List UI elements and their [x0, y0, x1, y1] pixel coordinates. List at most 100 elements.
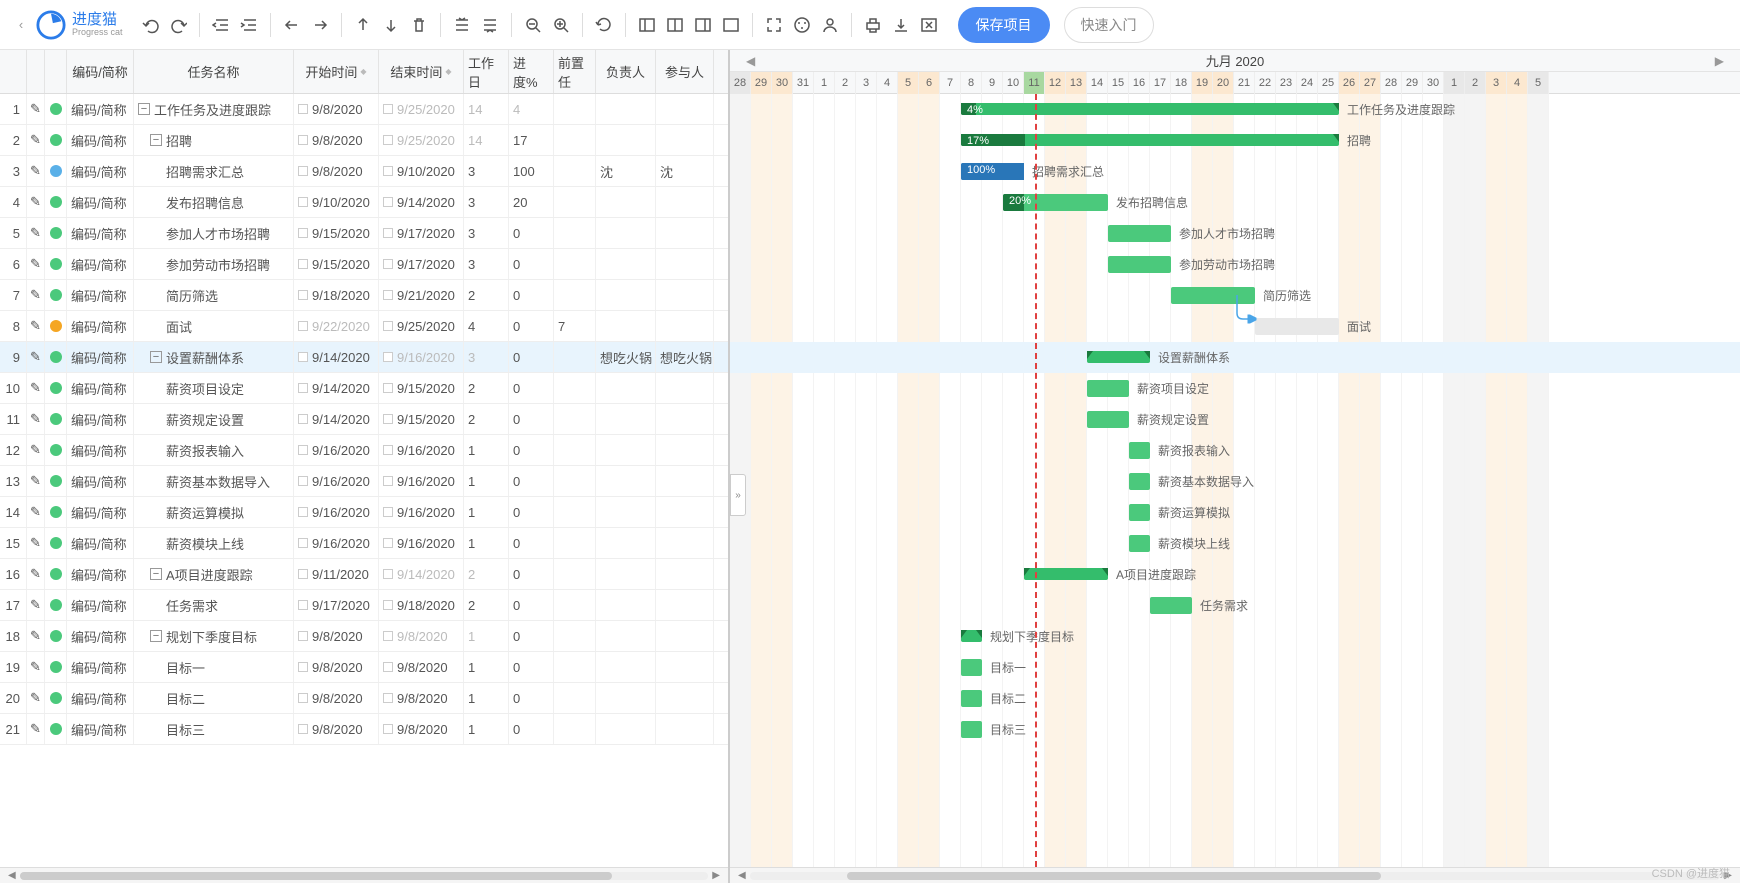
gantt-day[interactable]: 28	[730, 72, 751, 94]
cell-progress[interactable]: 0	[509, 404, 554, 434]
cell-end[interactable]: 9/14/2020	[379, 559, 464, 589]
date-checkbox[interactable]	[383, 135, 393, 145]
table-row[interactable]: 1✎编码/简称−工作任务及进度跟踪9/8/20209/25/2020144	[0, 94, 728, 125]
edit-icon[interactable]: ✎	[27, 590, 45, 620]
col-pred[interactable]: 前置任	[554, 50, 596, 93]
date-checkbox[interactable]	[298, 166, 308, 176]
gantt-row[interactable]: A项目进度跟踪	[730, 559, 1740, 590]
cell-start[interactable]: 9/14/2020	[294, 373, 379, 403]
date-checkbox[interactable]	[383, 166, 393, 176]
move-left-icon[interactable]	[279, 12, 305, 38]
gantt-day[interactable]: 17	[1150, 72, 1171, 94]
cell-owner[interactable]	[596, 559, 656, 589]
cell-days[interactable]: 1	[464, 683, 509, 713]
cell-pred[interactable]	[554, 125, 596, 155]
cell-code[interactable]: 编码/简称	[67, 187, 134, 217]
date-checkbox[interactable]	[298, 569, 308, 579]
cell-name[interactable]: 面试	[134, 311, 294, 341]
cell-start[interactable]: 9/16/2020	[294, 497, 379, 527]
table-row[interactable]: 4✎编码/简称发布招聘信息9/10/20209/14/2020320	[0, 187, 728, 218]
date-checkbox[interactable]	[298, 414, 308, 424]
cell-pred[interactable]	[554, 187, 596, 217]
cell-progress[interactable]: 0	[509, 683, 554, 713]
table-row[interactable]: 8✎编码/简称面试9/22/20209/25/2020407	[0, 311, 728, 342]
cell-progress[interactable]: 0	[509, 652, 554, 682]
view-2-icon[interactable]	[662, 12, 688, 38]
table-row[interactable]: 14✎编码/简称薪资运算模拟9/16/20209/16/202010	[0, 497, 728, 528]
date-checkbox[interactable]	[383, 631, 393, 641]
table-row[interactable]: 18✎编码/简称−规划下季度目标9/8/20209/8/202010	[0, 621, 728, 652]
date-checkbox[interactable]	[383, 600, 393, 610]
logo[interactable]: 进度猫 Progress cat	[36, 10, 123, 40]
gantt-bar[interactable]	[1129, 535, 1150, 552]
cell-start[interactable]: 9/8/2020	[294, 683, 379, 713]
cell-start[interactable]: 9/8/2020	[294, 94, 379, 124]
cell-owner[interactable]	[596, 187, 656, 217]
cell-name[interactable]: 薪资规定设置	[134, 404, 294, 434]
cell-pred[interactable]	[554, 342, 596, 372]
cell-name[interactable]: 发布招聘信息	[134, 187, 294, 217]
cell-code[interactable]: 编码/简称	[67, 94, 134, 124]
gantt-bar[interactable]	[1108, 225, 1171, 242]
cell-pred[interactable]	[554, 590, 596, 620]
cell-pred[interactable]	[554, 218, 596, 248]
gantt-bar[interactable]: 4%	[961, 103, 1339, 115]
cell-progress[interactable]: 0	[509, 373, 554, 403]
gantt-day[interactable]: 18	[1171, 72, 1192, 94]
toggle-icon[interactable]: −	[150, 568, 162, 580]
cell-progress[interactable]: 0	[509, 249, 554, 279]
cell-pred[interactable]	[554, 714, 596, 744]
cell-start[interactable]: 9/16/2020	[294, 466, 379, 496]
cell-end[interactable]: 9/25/2020	[379, 94, 464, 124]
redo-icon[interactable]	[165, 12, 191, 38]
gantt-row[interactable]: 设置薪酬体系	[730, 342, 1740, 373]
date-checkbox[interactable]	[383, 414, 393, 424]
gantt-row[interactable]: 任务需求	[730, 590, 1740, 621]
cell-code[interactable]: 编码/简称	[67, 590, 134, 620]
cell-pred[interactable]	[554, 466, 596, 496]
cell-name[interactable]: 目标二	[134, 683, 294, 713]
cell-name[interactable]: 参加劳动市场招聘	[134, 249, 294, 279]
col-start[interactable]: 开始时间	[294, 50, 379, 93]
cell-end[interactable]: 9/16/2020	[379, 435, 464, 465]
table-row[interactable]: 2✎编码/简称−招聘9/8/20209/25/20201417	[0, 125, 728, 156]
cell-start[interactable]: 9/15/2020	[294, 218, 379, 248]
zoom-in-icon[interactable]	[548, 12, 574, 38]
cell-end[interactable]: 9/15/2020	[379, 373, 464, 403]
toggle-icon[interactable]: −	[138, 103, 150, 115]
cell-days[interactable]: 1	[464, 714, 509, 744]
cell-owner[interactable]	[596, 497, 656, 527]
gantt-row[interactable]: 17%招聘	[730, 125, 1740, 156]
cell-part[interactable]	[656, 621, 714, 651]
gantt-row[interactable]: 薪资项目设定	[730, 373, 1740, 404]
cell-progress[interactable]: 0	[509, 342, 554, 372]
view-3-icon[interactable]	[690, 12, 716, 38]
cell-name[interactable]: 薪资模块上线	[134, 528, 294, 558]
cell-part[interactable]	[656, 373, 714, 403]
gantt-row[interactable]: 薪资运算模拟	[730, 497, 1740, 528]
cell-owner[interactable]	[596, 280, 656, 310]
table-row[interactable]: 7✎编码/简称简历筛选9/18/20209/21/202020	[0, 280, 728, 311]
date-checkbox[interactable]	[298, 476, 308, 486]
cell-owner[interactable]	[596, 94, 656, 124]
cell-start[interactable]: 9/16/2020	[294, 435, 379, 465]
cell-start[interactable]: 9/8/2020	[294, 652, 379, 682]
date-checkbox[interactable]	[383, 538, 393, 548]
gantt-prev-icon[interactable]: ◀	[730, 54, 771, 68]
col-name[interactable]: 任务名称	[134, 50, 294, 93]
cell-end[interactable]: 9/17/2020	[379, 249, 464, 279]
cell-end[interactable]: 9/8/2020	[379, 683, 464, 713]
cell-end[interactable]: 9/18/2020	[379, 590, 464, 620]
toggle-icon[interactable]: −	[150, 351, 162, 363]
edit-icon[interactable]: ✎	[27, 94, 45, 124]
cell-progress[interactable]: 0	[509, 714, 554, 744]
cell-part[interactable]	[656, 528, 714, 558]
edit-icon[interactable]: ✎	[27, 652, 45, 682]
splitter-handle[interactable]	[728, 94, 732, 883]
date-checkbox[interactable]	[383, 724, 393, 734]
gantt-day[interactable]: 16	[1129, 72, 1150, 94]
gantt-row[interactable]: 4%工作任务及进度跟踪	[730, 94, 1740, 125]
date-checkbox[interactable]	[298, 259, 308, 269]
col-end[interactable]: 结束时间	[379, 50, 464, 93]
cell-days[interactable]: 1	[464, 652, 509, 682]
